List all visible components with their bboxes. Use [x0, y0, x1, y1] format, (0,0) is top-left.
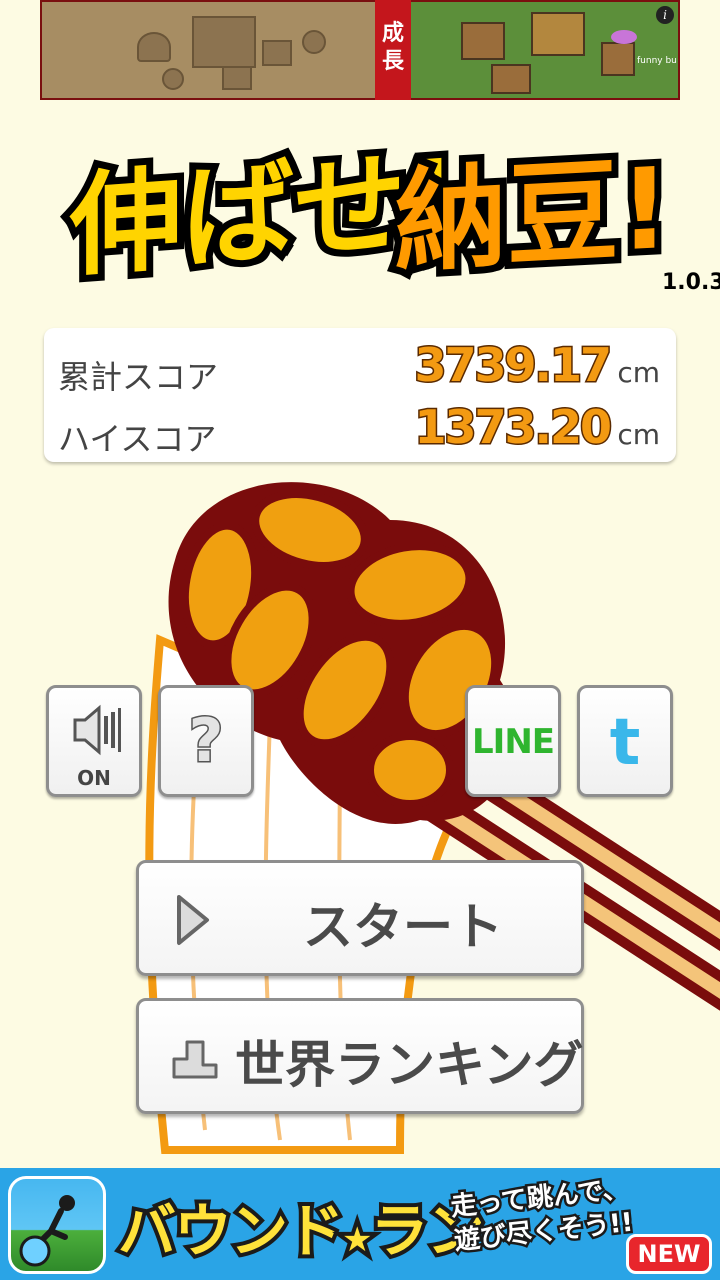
version-label: 1.0.3 — [662, 270, 720, 295]
logo-title-part2: 納豆! — [388, 137, 677, 295]
ad-village-image — [42, 2, 375, 98]
high-score-value: 1373.20 — [413, 399, 614, 456]
line-icon: LINE — [472, 722, 555, 762]
score-panel: 累計スコア 3739.17 cm ハイスコア 1373.20 cm — [44, 328, 676, 462]
sound-status-label: ON — [77, 766, 111, 790]
speaker-icon — [73, 704, 121, 756]
star-icon: ★ — [338, 1216, 377, 1264]
high-score-unit: cm — [617, 418, 660, 451]
twitter-icon: t — [609, 706, 641, 780]
new-badge: NEW — [626, 1234, 712, 1274]
question-icon: ? — [187, 705, 225, 778]
start-button[interactable]: スタート — [136, 860, 584, 976]
ad-title: バウンド★ラン — [114, 1184, 489, 1269]
sound-toggle-button[interactable]: ON — [46, 685, 142, 797]
ad-app-icon — [8, 1176, 106, 1274]
ad-base-image: funny bu — [411, 2, 678, 98]
world-ranking-label: 世界ランキング — [235, 1036, 584, 1094]
ad-text: 成長 — [375, 0, 411, 100]
start-label: スタート — [303, 898, 503, 956]
world-ranking-button[interactable]: 世界ランキング — [136, 998, 584, 1114]
line-share-button[interactable]: LINE — [465, 685, 561, 797]
high-score-label: ハイスコア — [58, 420, 217, 458]
ad-title-part1: バウンド — [114, 1193, 348, 1269]
ad-tagline: 走って跳んで、遊び尽くそう!! — [447, 1171, 637, 1258]
twitter-share-button[interactable]: t — [577, 685, 673, 797]
total-score-unit: cm — [617, 356, 660, 389]
ad-caption: funny bu — [637, 56, 677, 66]
play-icon — [177, 895, 209, 945]
total-score-value: 3739.17 — [413, 337, 614, 394]
ad-info-icon[interactable]: i — [656, 6, 674, 24]
podium-icon — [172, 1040, 218, 1079]
help-button[interactable]: ? — [158, 685, 254, 797]
top-ad-banner[interactable]: 成長 funny bu i — [40, 0, 680, 100]
bottom-ad-banner[interactable]: バウンド★ラン 走って跳んで、遊び尽くそう!! — [0, 1168, 720, 1280]
total-score-label: 累計スコア — [58, 358, 219, 396]
